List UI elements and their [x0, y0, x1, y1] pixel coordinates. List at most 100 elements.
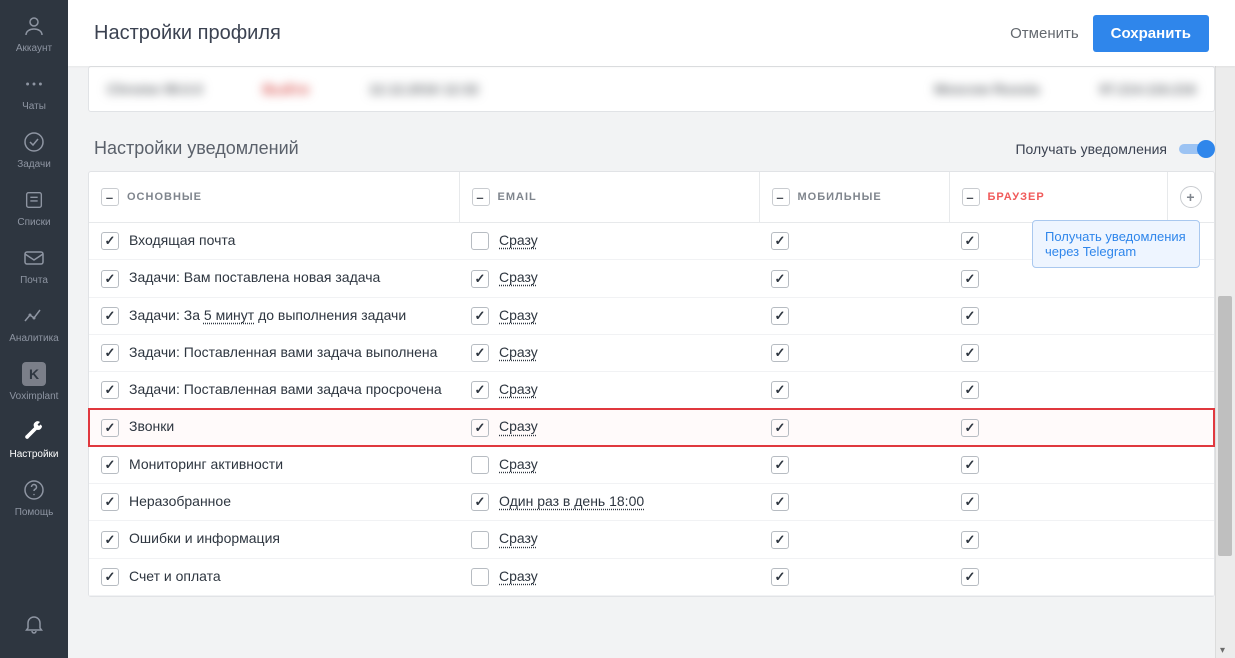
- toggle-label: Получать уведомления: [1015, 141, 1167, 157]
- checkbox-browser[interactable]: [961, 568, 979, 586]
- checkbox-main[interactable]: [101, 270, 119, 288]
- checkbox-browser[interactable]: [961, 307, 979, 325]
- checkbox-mobile[interactable]: [771, 456, 789, 474]
- checkbox-email[interactable]: [471, 493, 489, 511]
- checkbox-email[interactable]: [471, 381, 489, 399]
- checkbox-mobile[interactable]: [771, 419, 789, 437]
- email-schedule-link[interactable]: Сразу: [499, 530, 538, 546]
- sidebar-label: Чаты: [22, 101, 46, 112]
- minus-icon: –: [962, 188, 980, 206]
- checkbox-mobile[interactable]: [771, 307, 789, 325]
- row-label: Задачи: Вам поставлена новая задача: [129, 269, 380, 285]
- telegram-tooltip: Получать уведомления через Telegram: [1032, 220, 1200, 268]
- checkbox-email[interactable]: [471, 531, 489, 549]
- checkbox-mobile[interactable]: [771, 568, 789, 586]
- sidebar-item-analytics[interactable]: Аналитика: [0, 294, 68, 352]
- sidebar-item-lists[interactable]: Списки: [0, 178, 68, 236]
- col-header-email[interactable]: –EMAIL: [459, 172, 759, 223]
- checkbox-email[interactable]: [471, 270, 489, 288]
- checkbox-browser[interactable]: [961, 531, 979, 549]
- checkbox-browser[interactable]: [961, 419, 979, 437]
- checkbox-browser[interactable]: [961, 493, 979, 511]
- sidebar-item-voximplant[interactable]: K Voximplant: [0, 352, 68, 410]
- email-schedule-link[interactable]: Сразу: [499, 456, 538, 472]
- checkbox-browser[interactable]: [961, 270, 979, 288]
- checkbox-browser[interactable]: [961, 232, 979, 250]
- email-schedule-link[interactable]: Сразу: [499, 344, 538, 360]
- content-scroll[interactable]: Chrome 99.0.0 Выйти 12.12.2016 12:32 Mos…: [68, 66, 1235, 658]
- sidebar-label: Почта: [20, 275, 48, 286]
- list-icon: [21, 187, 47, 213]
- cancel-button[interactable]: Отменить: [1010, 25, 1079, 42]
- sidebar-item-tasks[interactable]: Задачи: [0, 120, 68, 178]
- receive-notifications-toggle[interactable]: Получать уведомления: [1015, 141, 1209, 157]
- checkbox-main[interactable]: [101, 307, 119, 325]
- email-schedule-link[interactable]: Сразу: [499, 232, 538, 248]
- notifications-table: Получать уведомления через Telegram –ОСН…: [88, 171, 1215, 597]
- plus-icon: +: [1180, 186, 1202, 208]
- table-row: Мониторинг активностиСразу: [89, 446, 1214, 483]
- window-scrollbar[interactable]: ▴ ▾: [1215, 0, 1235, 658]
- scroll-thumb[interactable]: [1218, 296, 1232, 556]
- email-schedule-link[interactable]: Сразу: [499, 568, 538, 584]
- checkbox-mobile[interactable]: [771, 531, 789, 549]
- col-header-browser[interactable]: –БРАУЗЕР: [949, 172, 1168, 223]
- checkbox-mobile[interactable]: [771, 493, 789, 511]
- checkbox-mobile[interactable]: [771, 270, 789, 288]
- save-button[interactable]: Сохранить: [1093, 15, 1209, 52]
- checkbox-main[interactable]: [101, 381, 119, 399]
- checkbox-main[interactable]: [101, 232, 119, 250]
- checkbox-main[interactable]: [101, 568, 119, 586]
- table-row: ЗвонкиСразу: [89, 409, 1214, 446]
- checkbox-email[interactable]: [471, 456, 489, 474]
- checkbox-browser[interactable]: [961, 381, 979, 399]
- col-header-main[interactable]: –ОСНОВНЫЕ: [89, 172, 459, 223]
- checkbox-main[interactable]: [101, 344, 119, 362]
- row-label: Задачи: Поставленная вами задача просроч…: [129, 381, 442, 397]
- email-schedule-link[interactable]: Один раз в день 18:00: [499, 493, 644, 509]
- checkbox-browser[interactable]: [961, 344, 979, 362]
- checkbox-main[interactable]: [101, 456, 119, 474]
- email-schedule-link[interactable]: Сразу: [499, 418, 538, 434]
- checkbox-email[interactable]: [471, 568, 489, 586]
- checkbox-main[interactable]: [101, 531, 119, 549]
- session-location: Moscow Russia: [934, 81, 1039, 97]
- sidebar-item-account[interactable]: Аккаунт: [0, 4, 68, 62]
- email-schedule-link[interactable]: Сразу: [499, 269, 538, 285]
- timing-link[interactable]: 5 минут: [204, 307, 254, 323]
- page-title: Настройки профиля: [94, 22, 281, 45]
- session-ip: 97.214.116.216: [1099, 81, 1196, 97]
- checkbox-mobile[interactable]: [771, 344, 789, 362]
- checkbox-email[interactable]: [471, 419, 489, 437]
- col-header-mobile[interactable]: –МОБИЛЬНЫЕ: [759, 172, 949, 223]
- sidebar-label: Списки: [17, 217, 50, 228]
- email-schedule-link[interactable]: Сразу: [499, 307, 538, 323]
- bell-icon: [21, 611, 47, 637]
- email-schedule-link[interactable]: Сразу: [499, 381, 538, 397]
- sidebar-item-mail[interactable]: Почта: [0, 236, 68, 294]
- checkbox-email[interactable]: [471, 344, 489, 362]
- scroll-down-arrow-icon: ▾: [1220, 645, 1225, 656]
- table-row: Задачи: Поставленная вами задача выполне…: [89, 334, 1214, 371]
- row-label: Задачи: Поставленная вами задача выполне…: [129, 344, 437, 360]
- checkbox-browser[interactable]: [961, 456, 979, 474]
- checkbox-main[interactable]: [101, 419, 119, 437]
- checkbox-mobile[interactable]: [771, 232, 789, 250]
- sidebar-label: Настройки: [9, 449, 58, 460]
- sidebar-item-help[interactable]: Помощь: [0, 468, 68, 526]
- sidebar-item-notifications[interactable]: [0, 600, 68, 658]
- minus-icon: –: [472, 188, 490, 206]
- table-row: Задачи: За 5 минут до выполнения задачиС…: [89, 297, 1214, 334]
- add-column-button[interactable]: +: [1168, 172, 1215, 223]
- sidebar-item-settings[interactable]: Настройки: [0, 410, 68, 468]
- row-label: Неразобранное: [129, 493, 231, 509]
- checkbox-email[interactable]: [471, 232, 489, 250]
- row-label: Ошибки и информация: [129, 530, 280, 546]
- minus-icon: –: [101, 188, 119, 206]
- checkbox-main[interactable]: [101, 493, 119, 511]
- sidebar-item-chats[interactable]: Чаты: [0, 62, 68, 120]
- help-icon: [21, 477, 47, 503]
- table-row: Счет и оплатаСразу: [89, 558, 1214, 595]
- checkbox-email[interactable]: [471, 307, 489, 325]
- checkbox-mobile[interactable]: [771, 381, 789, 399]
